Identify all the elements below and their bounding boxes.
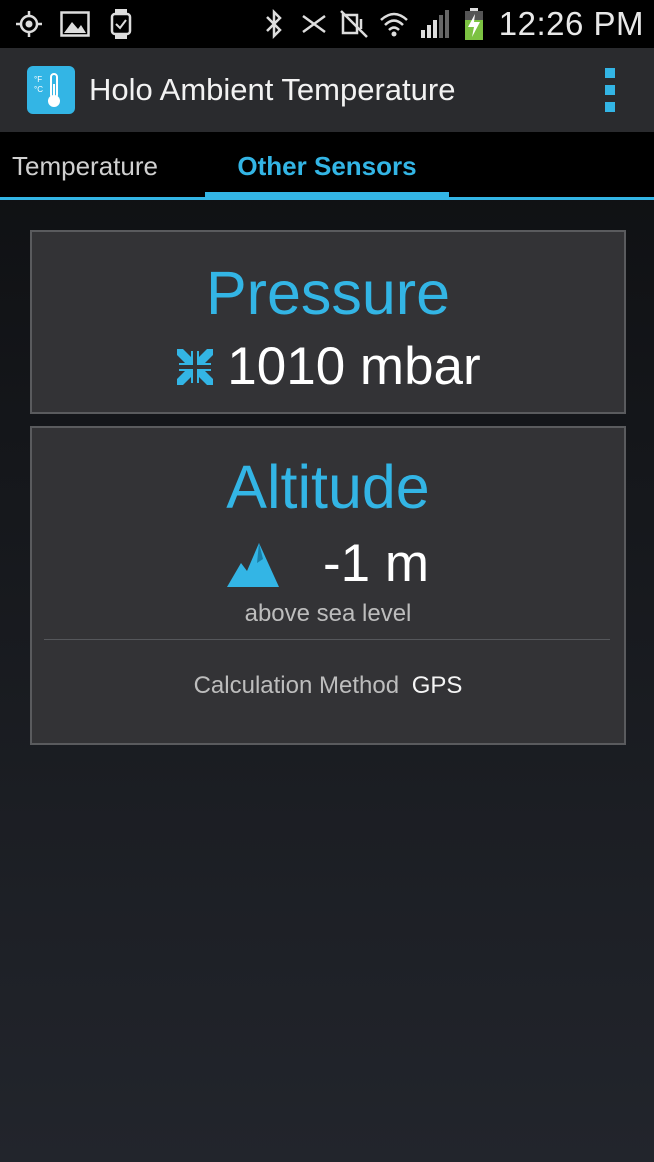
pressure-icon <box>175 347 215 387</box>
tab-temperature[interactable]: Temperature <box>0 132 170 200</box>
pressure-value: 1010 mbar <box>227 337 481 396</box>
status-bar: 12:26 PM <box>0 0 654 48</box>
battery-charging-icon <box>459 8 489 40</box>
svg-text:°C: °C <box>34 85 43 94</box>
pressure-value-row: 1010 mbar <box>32 336 624 397</box>
app-title: Holo Ambient Temperature <box>89 72 456 107</box>
bluetooth-icon <box>259 9 289 39</box>
altitude-card: Altitude -1 m above sea level Calculatio… <box>30 426 626 745</box>
altitude-value-row: -1 m <box>32 533 624 594</box>
altitude-value: -1 m <box>323 534 429 593</box>
tab-other-sensors[interactable]: Other Sensors <box>205 132 449 200</box>
pressure-title: Pressure <box>205 259 451 327</box>
watch-icon <box>106 9 136 39</box>
mountain-icon <box>227 541 279 587</box>
altitude-subtitle: above sea level <box>244 600 412 627</box>
thermometer-icon[interactable]: °F °C <box>27 66 75 114</box>
calculation-method-row: Calculation Method GPS <box>32 672 624 700</box>
gallery-icon <box>60 9 90 39</box>
nfc-icon <box>299 9 329 39</box>
svg-text:°F: °F <box>34 75 42 84</box>
calculation-method-value: GPS <box>411 672 463 699</box>
signal-icon <box>419 9 449 39</box>
pressure-card: Pressure 1010 mbar <box>30 230 626 414</box>
wifi-icon <box>379 9 409 39</box>
gps-icon <box>14 9 44 39</box>
divider <box>44 639 610 640</box>
mute-icon <box>339 9 369 39</box>
status-time: 12:26 PM <box>498 5 644 42</box>
overflow-menu-icon[interactable] <box>598 68 622 112</box>
action-bar: °F °C Holo Ambient Temperature <box>0 48 654 132</box>
calculation-method-label: Calculation Method <box>193 672 400 699</box>
tab-bar: Temperature Other Sensors <box>0 132 654 200</box>
altitude-title: Altitude <box>226 453 430 521</box>
